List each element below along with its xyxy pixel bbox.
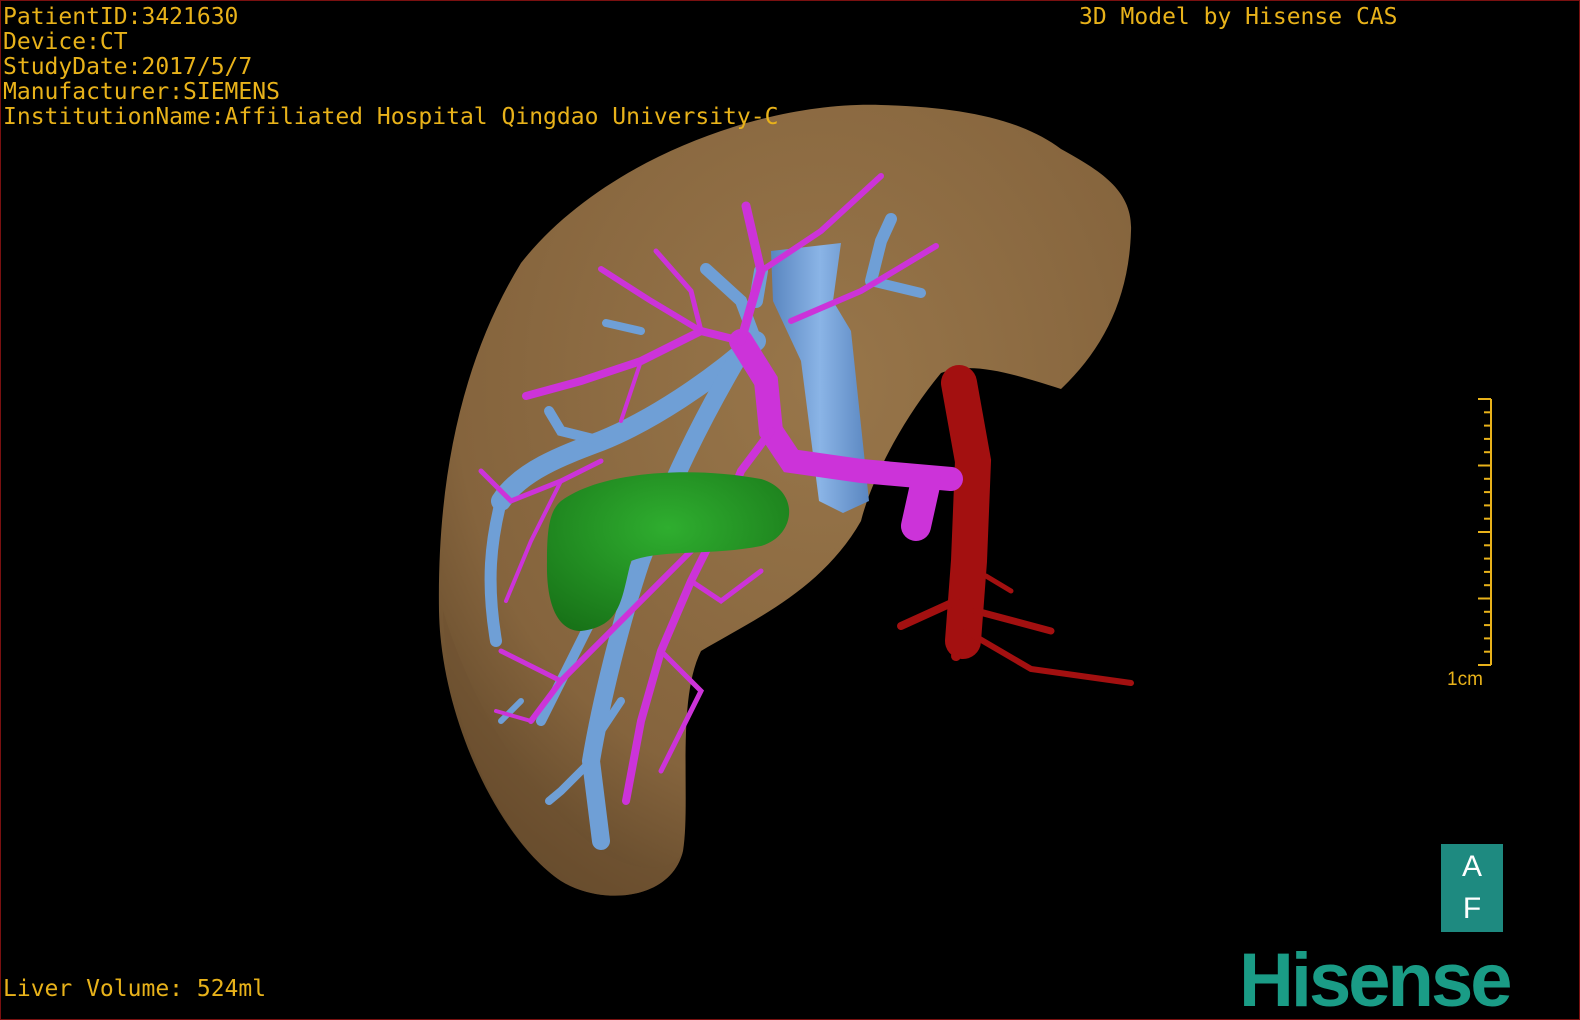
model-credit-label: 3D Model by Hisense CAS <box>1079 4 1398 30</box>
hepatic-artery <box>897 365 1134 686</box>
device-label: Device:CT <box>3 29 128 55</box>
render-viewport[interactable]: PatientID:3421630 Device:CT StudyDate:20… <box>0 0 1580 1020</box>
manufacturer-label: Manufacturer:SIEMENS <box>3 79 280 105</box>
study-date-label: StudyDate:2017/5/7 <box>3 54 253 80</box>
institution-label: InstitutionName:Affiliated Hospital Qing… <box>3 104 779 130</box>
hisense-logo: Hisense <box>1239 938 1512 1020</box>
orientation-indicator[interactable]: A F <box>1441 844 1503 932</box>
scale-bar-label: 1cm <box>1447 669 1483 690</box>
scale-bar-ticks <box>1478 411 1491 653</box>
liver-3d-model[interactable] <box>1 1 1579 1019</box>
liver-volume-label: Liver Volume: 524ml <box>3 976 267 1002</box>
orientation-top-letter: A <box>1461 850 1482 883</box>
orientation-bottom-letter: F <box>1462 892 1482 925</box>
patient-id-label: PatientID:3421630 <box>3 4 239 30</box>
